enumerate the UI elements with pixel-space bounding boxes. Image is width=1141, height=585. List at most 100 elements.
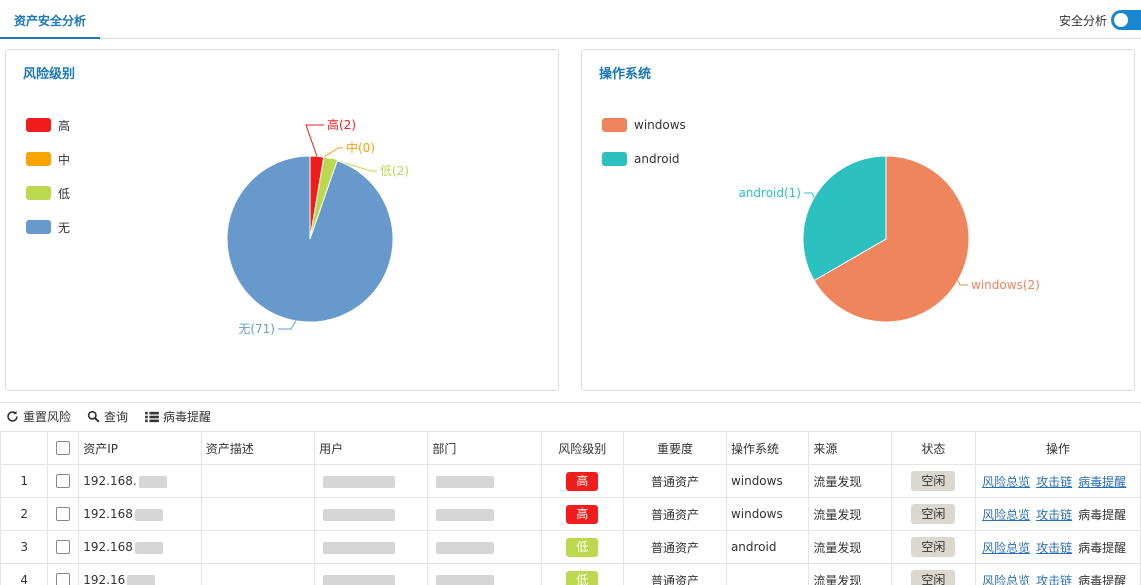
row-checkbox[interactable]: [56, 507, 71, 522]
header-select-all[interactable]: [47, 431, 80, 465]
reset-risk-label: 重置风险: [23, 410, 72, 424]
virus-alert-link[interactable]: 病毒提醒: [1078, 475, 1126, 489]
select-all-checkbox[interactable]: [56, 441, 71, 456]
asset-ip-cell: 192.168: [78, 497, 202, 531]
source-cell: 流量发现: [808, 497, 892, 531]
row-select-cell[interactable]: [47, 530, 80, 564]
security-analysis-toggle-label: 安全分析: [1058, 14, 1107, 28]
pie-label-line: [804, 192, 815, 198]
asset-ip-cell: 192.168.: [78, 464, 202, 498]
row-index: 3: [0, 530, 49, 564]
pie-label-line: [957, 280, 968, 286]
attack-chain-link[interactable]: 攻击链: [1036, 508, 1072, 522]
virus-alert-link[interactable]: 病毒提醒: [1078, 541, 1126, 555]
source-cell: 流量发现: [808, 530, 892, 564]
redacted-department: [436, 541, 495, 554]
header-user[interactable]: 用户: [314, 431, 429, 465]
user-cell: [314, 464, 429, 498]
status-badge: 空闲: [911, 471, 956, 491]
importance-cell: 普通资产: [622, 530, 727, 564]
department-cell: [427, 530, 542, 564]
table-row[interactable]: 4 192.16 低 普通资产 流量发现 空闲 风险总览 攻击链 病毒提醒: [0, 563, 1141, 585]
pie-slice-无[interactable]: [226, 155, 394, 323]
query-button[interactable]: 查询: [87, 408, 128, 425]
row-checkbox[interactable]: [56, 474, 71, 489]
asset-ip-cell: 192.168: [78, 530, 202, 564]
table-header-row: 资产IP 资产描述 用户 部门 风险级别 重要度 操作系统 来源 状态 操作: [0, 431, 1141, 465]
header-risk-level[interactable]: 风险级别: [540, 431, 624, 465]
os-panel: 操作系统 windows android windows(2) android(1…: [581, 49, 1135, 391]
pie-data-label: 无(71): [238, 322, 275, 336]
department-cell: [427, 563, 542, 585]
attack-chain-link[interactable]: 攻击链: [1036, 541, 1072, 555]
risk-overview-link[interactable]: 风险总览: [982, 475, 1030, 489]
redacted-department: [436, 574, 495, 585]
status-cell: 空闲: [890, 563, 977, 585]
row-select-cell[interactable]: [47, 563, 80, 585]
row-checkbox[interactable]: [56, 573, 71, 585]
virus-alert-label: 病毒提醒: [163, 410, 212, 424]
risk-level-cell: 低: [540, 530, 624, 564]
asset-ip: 192.16: [83, 573, 126, 585]
pie-data-label: windows(2): [971, 278, 1040, 292]
header-os[interactable]: 操作系统: [725, 431, 810, 465]
status-badge: 空闲: [911, 504, 956, 524]
virus-alert-link[interactable]: 病毒提醒: [1078, 508, 1126, 522]
os-cell: android: [725, 530, 810, 564]
redacted-department: [436, 475, 495, 488]
pie-label-line: [323, 147, 343, 158]
asset-desc-cell: [200, 530, 316, 564]
table-row[interactable]: 2 192.168 高普通资产 windows 流量发现 空闲 风险总览 攻击链 病毒提醒: [0, 497, 1141, 531]
risk-level-cell: 高: [540, 464, 624, 498]
header-source[interactable]: 来源: [808, 431, 892, 465]
top-tab-bar: 资产安全分析 安全分析: [0, 0, 1141, 39]
pie-label-line: [305, 124, 324, 157]
risk-overview-link[interactable]: 风险总览: [982, 574, 1030, 585]
redacted-ip: [127, 574, 156, 585]
status-cell: 空闲: [890, 464, 977, 498]
reset-risk-button[interactable]: 重置风险: [6, 408, 71, 425]
asset-desc-cell: [200, 497, 316, 531]
risk-overview-link[interactable]: 风险总览: [982, 541, 1030, 555]
security-analysis-toggle[interactable]: [1111, 10, 1141, 30]
asset-ip: 192.168.: [83, 474, 137, 488]
asset-table: 资产IP 资产描述 用户 部门 风险级别 重要度 操作系统 来源 状态 操作 1…: [0, 431, 1141, 585]
table-body: 1 192.168. 高普通资产 windows 流量发现 空闲 风险总览 攻击链 病毒提醒 2 1…: [0, 464, 1141, 585]
asset-ip-cell: 192.16: [78, 563, 202, 585]
redacted-ip: [138, 475, 167, 488]
risk-level-cell: 低: [540, 563, 624, 585]
tab-asset-security-analysis[interactable]: 资产安全分析: [0, 0, 101, 39]
risk-badge: 低: [566, 537, 599, 557]
list-icon: [145, 411, 159, 422]
os-cell: windows: [725, 464, 810, 498]
search-icon: [87, 410, 100, 423]
row-select-cell[interactable]: [47, 497, 80, 531]
risk-level-panel: 风险级别 高 中 低 无 高(2) 中(0) 低(2) 无(71): [5, 49, 559, 391]
operations-cell: 风险总览 攻击链 病毒提醒: [975, 497, 1141, 531]
header-importance[interactable]: 重要度: [622, 431, 727, 465]
row-checkbox[interactable]: [56, 540, 71, 555]
header-department[interactable]: 部门: [427, 431, 542, 465]
user-cell: [314, 530, 429, 564]
redacted-user: [323, 541, 396, 554]
status-cell: 空闲: [890, 497, 977, 531]
header-asset-ip[interactable]: 资产IP: [78, 431, 202, 465]
header-asset-desc[interactable]: 资产描述: [200, 431, 316, 465]
table-row[interactable]: 3 192.168 低 普通资产 android 流量发现 空闲 风险总览 攻击链 病毒提醒: [0, 530, 1141, 564]
row-select-cell[interactable]: [47, 464, 80, 498]
virus-alert-button[interactable]: 病毒提醒: [145, 408, 211, 425]
os-cell: [725, 563, 810, 585]
virus-alert-link[interactable]: 病毒提醒: [1078, 574, 1126, 585]
table-row[interactable]: 1 192.168. 高普通资产 windows 流量发现 空闲 风险总览 攻击链 病毒提醒: [0, 464, 1141, 498]
risk-overview-link[interactable]: 风险总览: [982, 508, 1030, 522]
risk-badge: 低: [566, 570, 599, 585]
user-cell: [314, 563, 429, 585]
header-index: [0, 431, 49, 465]
attack-chain-link[interactable]: 攻击链: [1036, 475, 1072, 489]
header-status[interactable]: 状态: [890, 431, 977, 465]
user-cell: [314, 497, 429, 531]
status-badge: 空闲: [911, 537, 956, 557]
attack-chain-link[interactable]: 攻击链: [1036, 574, 1072, 585]
row-index: 4: [0, 563, 49, 585]
asset-desc-cell: [200, 563, 316, 585]
